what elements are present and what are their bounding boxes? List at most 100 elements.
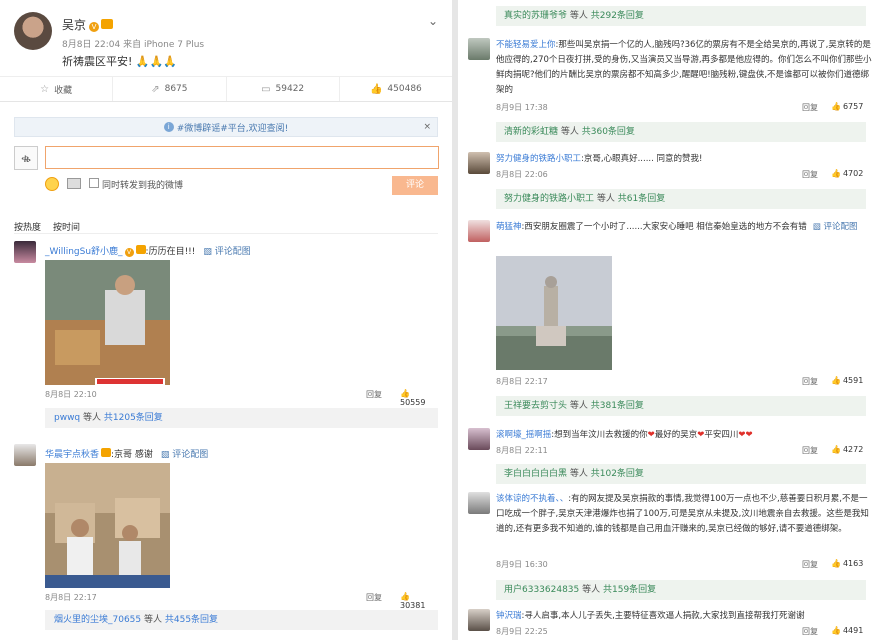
reply-count-link[interactable]: 共102条回复 [591, 469, 644, 479]
comment-button[interactable]: ▭ 59422 [227, 77, 340, 101]
like-button[interactable]: 👍 4272 [831, 445, 863, 454]
reply-mid: 等人 [567, 401, 591, 411]
comment-photo[interactable] [496, 256, 612, 370]
comment-image-tag[interactable]: ▧ 评论配图 [813, 222, 858, 232]
reply-count-link[interactable]: 共1205条回复 [104, 413, 163, 423]
commenter-name[interactable]: _WillingSu舒小鹿_ [45, 247, 123, 257]
author-name[interactable]: 吴京 [62, 18, 86, 32]
replies-summary[interactable]: 李白白白白白黑 等人 共102条回复 [496, 464, 866, 484]
favorite-button[interactable]: ☆ 收藏 [0, 77, 114, 101]
reply-user[interactable]: 烟火里的尘埃_70655 [54, 615, 141, 625]
reply-button[interactable]: 回复 [366, 592, 382, 603]
post-actions-bar: ☆ 收藏 ⇗ 8675 ▭ 59422 👍 450486 [0, 76, 452, 102]
reply-mid: 等人 [558, 127, 582, 137]
replies-summary[interactable]: 清新的彩虹糖 等人 共360条回复 [496, 122, 866, 142]
replies-summary[interactable]: 努力健身的铁路小职工 等人 共61条回复 [496, 189, 866, 209]
reply-user[interactable]: 用户6333624835 [504, 585, 579, 595]
comment-time: 8月8日 22:17 [45, 593, 97, 602]
repost-button[interactable]: ⇗ 8675 [113, 77, 227, 101]
comment-line: 华晨宇点秋香:京哥 感谢 ▧ 评论配图 [45, 447, 208, 460]
thumbs-up-icon: 👍 [831, 102, 841, 111]
like-count: 4272 [842, 445, 864, 454]
commenter-name[interactable]: 不能轻易爱上你 [496, 40, 556, 50]
commenter-avatar[interactable] [14, 444, 36, 466]
like-count: 4491 [842, 626, 864, 635]
commenter-name[interactable]: 该体谅的不执着、、 [496, 494, 568, 504]
reply-button[interactable]: 回复 [366, 389, 382, 400]
commenter-avatar[interactable] [468, 220, 490, 242]
reply-user[interactable]: 努力健身的铁路小职工 [504, 194, 594, 204]
comment-count: 59422 [275, 84, 305, 94]
author-avatar[interactable] [14, 12, 52, 50]
comments-panel: 真实的苏珊爷爷 等人 共292条回复 不能轻易爱上你:那些叫吴京捐一个亿的人,脑… [458, 0, 875, 640]
tab-sort-hot[interactable]: 按热度 [14, 223, 41, 233]
commenter-avatar[interactable] [468, 609, 490, 631]
reply-count-link[interactable]: 共292条回复 [591, 11, 644, 21]
replies-summary[interactable]: 烟火里的尘埃_70655 等人 共455条回复 [45, 610, 438, 630]
like-button[interactable]: 👍30381 [400, 592, 438, 610]
replies-summary[interactable]: pwwq 等人 共1205条回复 [45, 408, 438, 428]
reply-button[interactable]: 回复 [802, 445, 818, 456]
reply-mid: 等人 [567, 469, 591, 479]
commenter-avatar[interactable] [468, 152, 490, 174]
commenter-name[interactable]: 滚啊壕_摇啊摇 [496, 430, 551, 440]
like-button[interactable]: 👍 4591 [831, 376, 863, 385]
replies-summary[interactable]: 真实的苏珊爷爷 等人 共292条回复 [496, 6, 866, 26]
comment-input[interactable] [45, 146, 439, 169]
replies-summary[interactable]: 王祥要去剪寸头 等人 共381条回复 [496, 396, 866, 416]
comment-body: :西安朋友圈震了一个小时了......大家安心睡吧 相信秦始皇选的地方不会有错 [521, 222, 807, 232]
thumbs-up-icon: 👍 [831, 169, 841, 178]
close-icon[interactable]: × [423, 122, 431, 132]
repost-checkbox[interactable] [89, 178, 99, 188]
comment-image-tag[interactable]: ▧ 评论配图 [161, 450, 208, 460]
reply-count-link[interactable]: 共381条回复 [591, 401, 644, 411]
like-button[interactable]: 👍 4491 [831, 626, 863, 635]
commenter-name[interactable]: 钟沢瑞 [496, 611, 522, 621]
comment-text: 该体谅的不执着、、:有的网友提及吴京捐款的事情,我觉得100万一点也不少,慈善要… [496, 492, 874, 537]
comment-item: 该体谅的不执着、、:有的网友提及吴京捐款的事情,我觉得100万一点也不少,慈善要… [468, 492, 869, 582]
emoji-icon[interactable] [45, 177, 59, 191]
commenter-name[interactable]: 努力健身的铁路小职工 [496, 154, 581, 164]
reply-count-link[interactable]: 共159条回复 [603, 585, 656, 595]
comment-photo[interactable] [45, 260, 170, 385]
like-button[interactable]: 👍50559 [400, 389, 438, 407]
rumor-notice[interactable]: i #微博辟谣#平台,欢迎查阅! × [14, 117, 438, 137]
reply-button[interactable]: 回复 [802, 169, 818, 180]
comment-image-tag-label: 评论配图 [823, 222, 858, 232]
commenter-name[interactable]: 萌猛神 [496, 222, 522, 232]
main-post-panel: 吴京 V 8月8日 22:04 来自 iPhone 7 Plus 祈祷震区平安! … [0, 0, 452, 640]
thumbs-up-icon: 👍 [831, 559, 841, 568]
reply-button[interactable]: 回复 [802, 102, 818, 113]
commenter-avatar[interactable] [14, 241, 36, 263]
commenter-avatar[interactable] [468, 38, 490, 60]
comment-photo[interactable] [45, 463, 170, 588]
like-button[interactable]: 👍 450486 [340, 77, 452, 101]
comment-image-tag[interactable]: ▧ 评论配图 [203, 247, 250, 257]
tab-sort-time[interactable]: 按时间 [53, 223, 80, 233]
commenter-name[interactable]: 华晨宇点秋香 [45, 450, 99, 460]
replies-summary[interactable]: 用户6333624835 等人 共159条回复 [496, 580, 866, 600]
reply-count-link[interactable]: 共61条回复 [618, 194, 665, 204]
comment-text: 努力健身的铁路小职工:京哥,心眼真好...... 同意的赞我! [496, 152, 874, 167]
commenter-avatar[interactable] [468, 492, 490, 514]
like-button[interactable]: 👍 6757 [831, 102, 863, 111]
thumbs-up-icon: 👍 [831, 626, 841, 635]
chevron-down-icon[interactable]: ⌄ [428, 14, 438, 28]
reply-user[interactable]: pwwq [54, 413, 80, 423]
reply-button[interactable]: 回复 [802, 376, 818, 387]
like-button[interactable]: 👍 4702 [831, 169, 863, 178]
reply-user[interactable]: 王祥要去剪寸头 [504, 401, 567, 411]
like-button[interactable]: 👍 4163 [831, 559, 863, 568]
reply-user[interactable]: 李白白白白白黑 [504, 469, 567, 479]
reply-user[interactable]: 清新的彩虹糖 [504, 127, 558, 137]
reply-mid: 等人 [579, 585, 603, 595]
reply-count-link[interactable]: 共360条回复 [582, 127, 635, 137]
like-count: 4591 [842, 376, 864, 385]
submit-comment-button[interactable]: 评论 [392, 176, 438, 195]
reply-user[interactable]: 真实的苏珊爷爷 [504, 11, 567, 21]
image-icon[interactable] [67, 178, 81, 189]
reply-count-link[interactable]: 共455条回复 [165, 615, 218, 625]
reply-button[interactable]: 回复 [802, 626, 818, 637]
commenter-avatar[interactable] [468, 428, 490, 450]
reply-button[interactable]: 回复 [802, 559, 818, 570]
